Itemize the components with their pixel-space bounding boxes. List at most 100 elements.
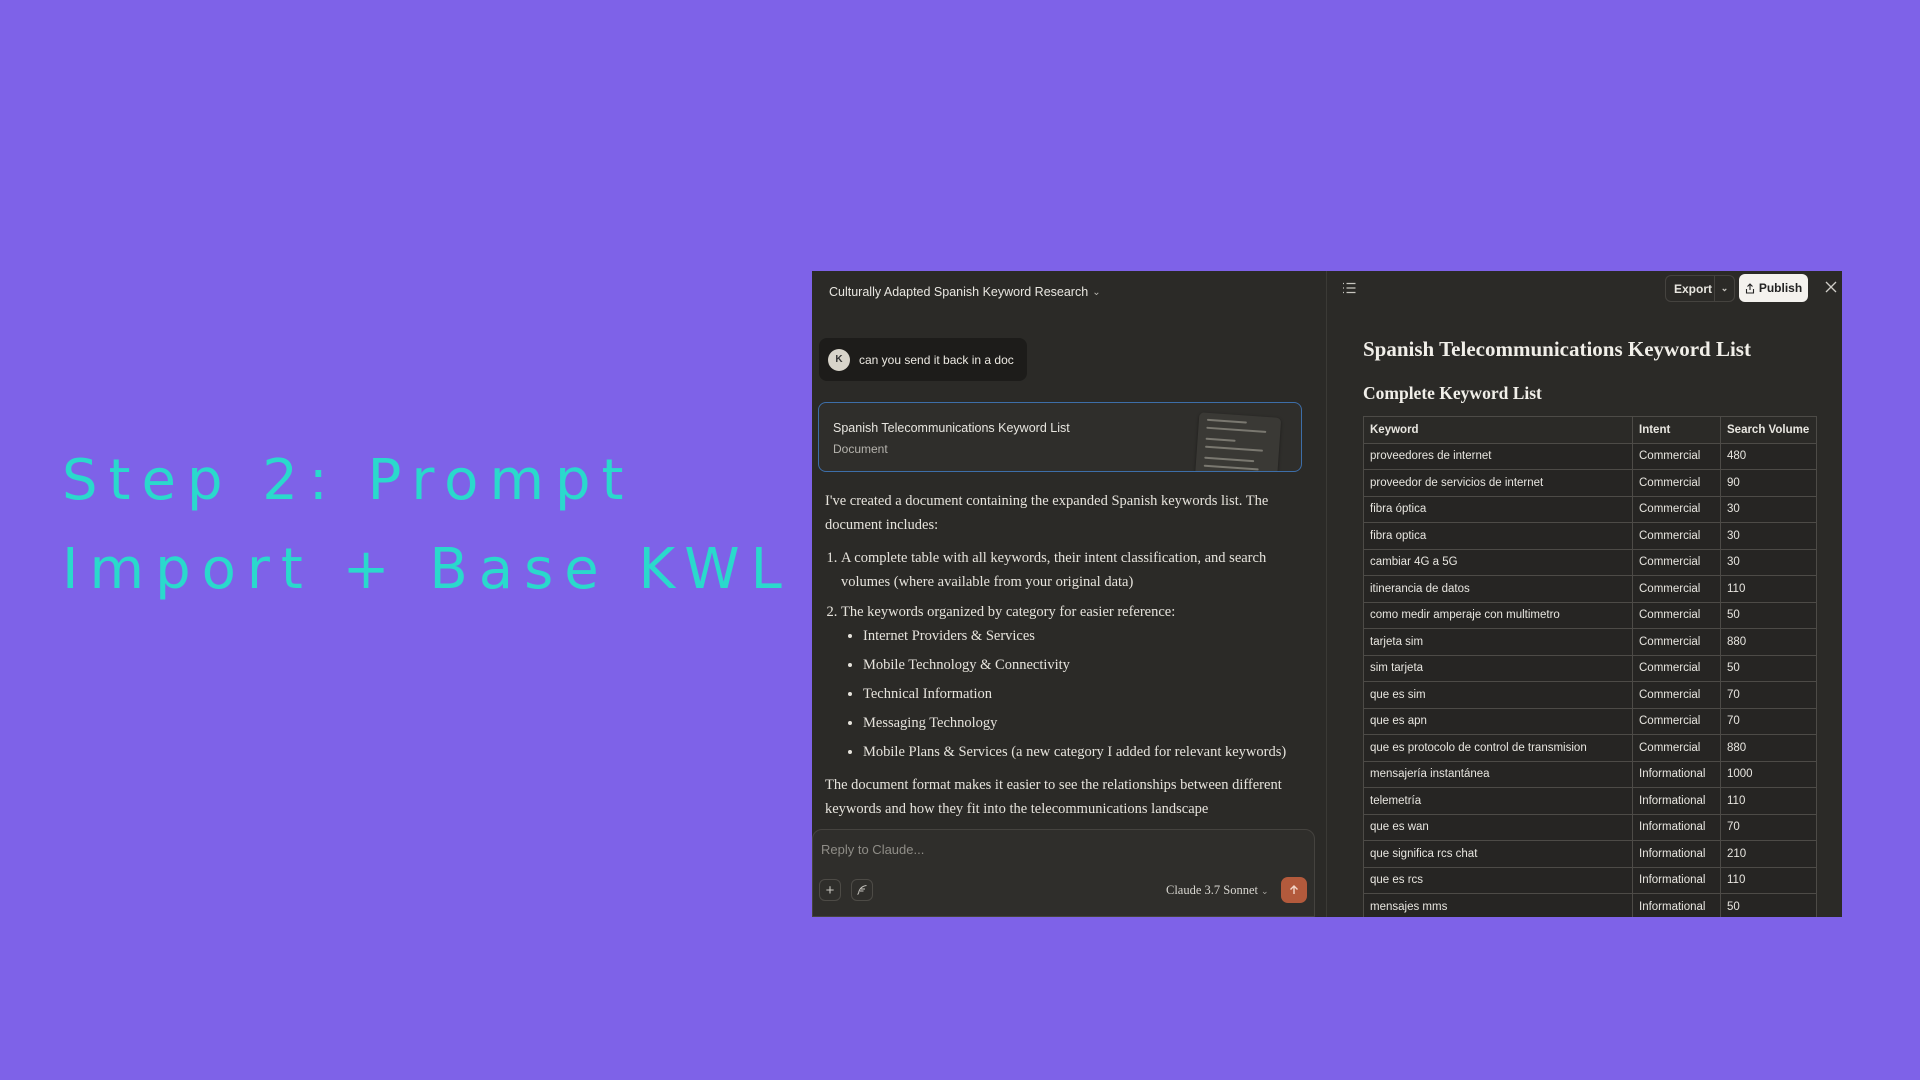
table-header-row: Keyword Intent Search Volume (1363, 416, 1817, 444)
table-row: itinerancia de datos Commercial 110 (1363, 575, 1817, 603)
intent-cell: Commercial (1632, 654, 1721, 682)
keyword-cell: sim tarjeta (1363, 654, 1633, 682)
keyword-cell: fibra óptica (1363, 495, 1633, 523)
artifact-card[interactable]: Spanish Telecommunications Keyword List … (818, 402, 1302, 472)
keyword-cell: itinerancia de datos (1363, 575, 1633, 603)
search-volume-cell: 110 (1720, 575, 1817, 603)
table-of-contents-icon[interactable] (1340, 279, 1358, 297)
category-item: Messaging Technology (863, 711, 1300, 735)
avatar: K (828, 348, 850, 371)
keyword-cell: telemetría (1363, 787, 1633, 815)
intent-cell: Commercial (1632, 707, 1721, 735)
intent-cell: Commercial (1632, 442, 1721, 470)
intent-cell: Commercial (1632, 495, 1721, 523)
response-point-text: The keywords organized by category for e… (841, 604, 1176, 620)
style-button[interactable] (851, 879, 873, 901)
intent-cell: Informational (1632, 840, 1721, 868)
search-volume-cell: 70 (1720, 813, 1817, 841)
table-row: sim tarjeta Commercial 50 (1363, 654, 1817, 682)
table-row: tarjeta sim Commercial 880 (1363, 628, 1817, 656)
reply-composer: + Claude 3.7 Sonnet⌄ (812, 829, 1315, 917)
table-row: que es wan Informational 70 (1363, 813, 1817, 841)
intent-cell: Commercial (1632, 575, 1721, 603)
chevron-down-icon[interactable]: ⌄ (1715, 283, 1734, 294)
table-row: mensajes mms Informational 50 (1363, 893, 1817, 917)
category-item: Technical Information (863, 682, 1300, 706)
keyword-cell: tarjeta sim (1363, 628, 1633, 656)
response-point: The keywords organized by category for e… (841, 600, 1300, 764)
slide-title: Step 2: Prompt Import + Base KWL (62, 436, 793, 614)
search-volume-cell: 30 (1720, 522, 1817, 550)
export-label: Export (1674, 281, 1713, 296)
publish-button[interactable]: Publish (1739, 274, 1808, 302)
table-row: telemetría Informational 110 (1363, 787, 1817, 815)
table-row: mensajería instantánea Informational 1000 (1363, 760, 1817, 788)
table-row: fibra óptica Commercial 30 (1363, 495, 1817, 523)
table-row: como medir amperaje con multimetro Commer… (1363, 601, 1817, 629)
arrow-up-icon (1290, 885, 1298, 894)
intent-cell: Commercial (1632, 601, 1721, 629)
search-volume-cell: 1000 (1720, 760, 1817, 788)
document-subheading: Complete Keyword List (1363, 383, 1542, 403)
conversation-title-menu[interactable]: Culturally Adapted Spanish Keyword Resea… (829, 281, 1101, 303)
keyword-table: Keyword Intent Search Volume proveedores… (1363, 416, 1817, 917)
column-header-search-volume: Search Volume (1720, 416, 1817, 444)
chevron-down-icon: ⌄ (1092, 286, 1101, 298)
chevron-down-icon: ⌄ (1261, 886, 1269, 896)
slide-title-line-1: Step 2: Prompt (62, 448, 635, 513)
search-volume-cell: 50 (1720, 601, 1817, 629)
keyword-cell: mensajes mms (1363, 893, 1633, 917)
model-selector[interactable]: Claude 3.7 Sonnet ⌄ (1166, 883, 1269, 898)
table-row: cambiar 4G a 5G Commercial 30 (1363, 548, 1817, 576)
column-header-intent: Intent (1632, 416, 1721, 444)
table-row: proveedores de internet Commercial 480 (1363, 442, 1817, 470)
keyword-cell: que es protocolo de control de transmisi… (1363, 734, 1633, 762)
response-point: A complete table with all keywords, thei… (841, 546, 1300, 594)
table-row: que es sim Commercial 70 (1363, 681, 1817, 709)
table-row: proveedor de servicios de internet Commer… (1363, 469, 1817, 497)
document-thumbnail-icon (1194, 412, 1282, 471)
keyword-table-body: proveedores de internet Commercial 480 prov… (1363, 442, 1817, 917)
intent-cell: Informational (1632, 813, 1721, 841)
publish-label: Publish (1758, 281, 1803, 295)
export-button[interactable]: Export ⌄ (1665, 275, 1735, 302)
response-intro: I've created a document containing the e… (825, 493, 1269, 533)
search-volume-cell: 50 (1720, 654, 1817, 682)
keyword-cell: proveedor de servicios de internet (1363, 469, 1633, 497)
intent-cell: Informational (1632, 866, 1721, 894)
search-volume-cell: 880 (1720, 734, 1817, 762)
search-volume-cell: 50 (1720, 893, 1817, 917)
keyword-cell: que es wan (1363, 813, 1633, 841)
search-volume-cell: 90 (1720, 469, 1817, 497)
search-volume-cell: 110 (1720, 787, 1817, 815)
search-volume-cell: 30 (1720, 495, 1817, 523)
keyword-cell: que es rcs (1363, 866, 1633, 894)
claude-app-window: Culturally Adapted Spanish Keyword Resea… (812, 271, 1842, 917)
document-pane: Export ⌄ Publish Spanish Telecommunicati… (1327, 271, 1842, 917)
search-volume-cell: 480 (1720, 442, 1817, 470)
search-volume-cell: 880 (1720, 628, 1817, 656)
document-heading: Spanish Telecommunications Keyword List (1363, 337, 1751, 361)
table-row: que es rcs Informational 110 (1363, 866, 1817, 894)
category-list: Internet Providers & Services Mobile Tec… (841, 624, 1300, 764)
intent-cell: Commercial (1632, 681, 1721, 709)
add-attachment-button[interactable]: + (819, 879, 841, 901)
user-message: K can you send it back in a doc (819, 338, 1027, 381)
keyword-cell: proveedores de internet (1363, 442, 1633, 470)
assistant-response: I've created a document containing the e… (825, 489, 1300, 830)
close-icon[interactable] (1824, 280, 1838, 294)
keyword-cell: como medir amperaje con multimetro (1363, 601, 1633, 629)
model-name: Claude 3.7 Sonnet (1166, 883, 1259, 897)
search-volume-cell: 70 (1720, 681, 1817, 709)
response-points: A complete table with all keywords, thei… (825, 546, 1300, 764)
intent-cell: Informational (1632, 787, 1721, 815)
column-header-keyword: Keyword (1363, 416, 1633, 444)
search-volume-cell: 30 (1720, 548, 1817, 576)
keyword-cell: que es apn (1363, 707, 1633, 735)
table-row: que es protocolo de control de transmisi… (1363, 734, 1817, 762)
send-button[interactable] (1281, 877, 1307, 903)
reply-input[interactable] (819, 838, 1223, 860)
response-closing: The document format makes it easier to s… (825, 777, 1282, 817)
keyword-cell: que significa rcs chat (1363, 840, 1633, 868)
search-volume-cell: 70 (1720, 707, 1817, 735)
